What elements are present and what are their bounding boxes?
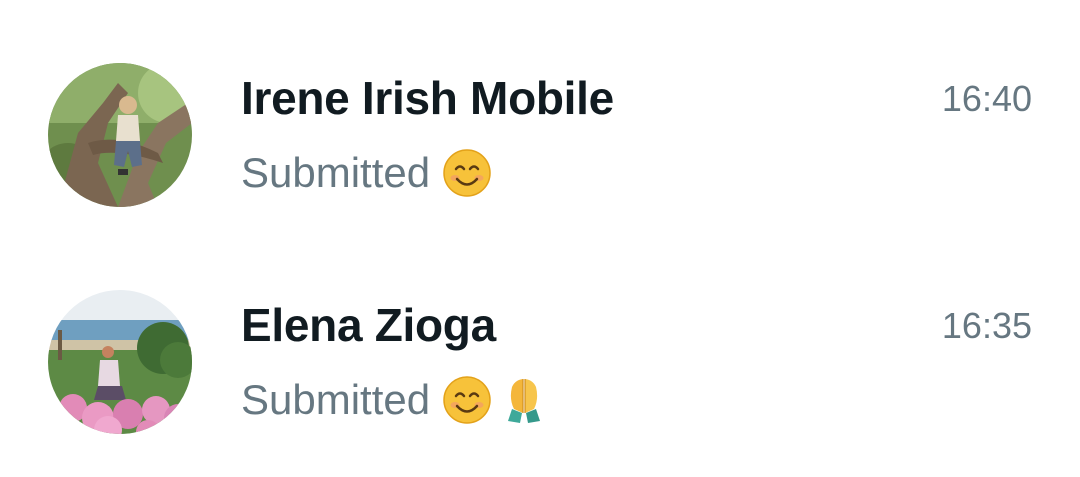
avatar-photo-flowers (48, 290, 192, 434)
smiling-face-emoji-icon (442, 148, 492, 198)
avatar[interactable] (48, 63, 192, 207)
folded-hands-emoji-icon (504, 375, 544, 425)
message-time: 16:35 (941, 305, 1032, 346)
smiling-face-emoji-icon (442, 375, 492, 425)
avatar[interactable] (48, 290, 192, 434)
chat-row-irene-irish-mobile[interactable]: Irene Irish Mobile 16:40 Submitted (0, 35, 1080, 235)
preview-text: Submitted (241, 376, 431, 423)
contact-name: Elena Zioga (241, 299, 496, 351)
message-preview: Submitted (241, 372, 544, 428)
message-preview: Submitted (241, 145, 492, 201)
contact-name: Irene Irish Mobile (241, 72, 614, 124)
chat-row-elena-zioga[interactable]: Elena Zioga 16:35 Submitted (0, 262, 1080, 462)
preview-text: Submitted (241, 149, 431, 196)
avatar-photo-tree (48, 63, 192, 207)
message-time: 16:40 (941, 78, 1032, 119)
